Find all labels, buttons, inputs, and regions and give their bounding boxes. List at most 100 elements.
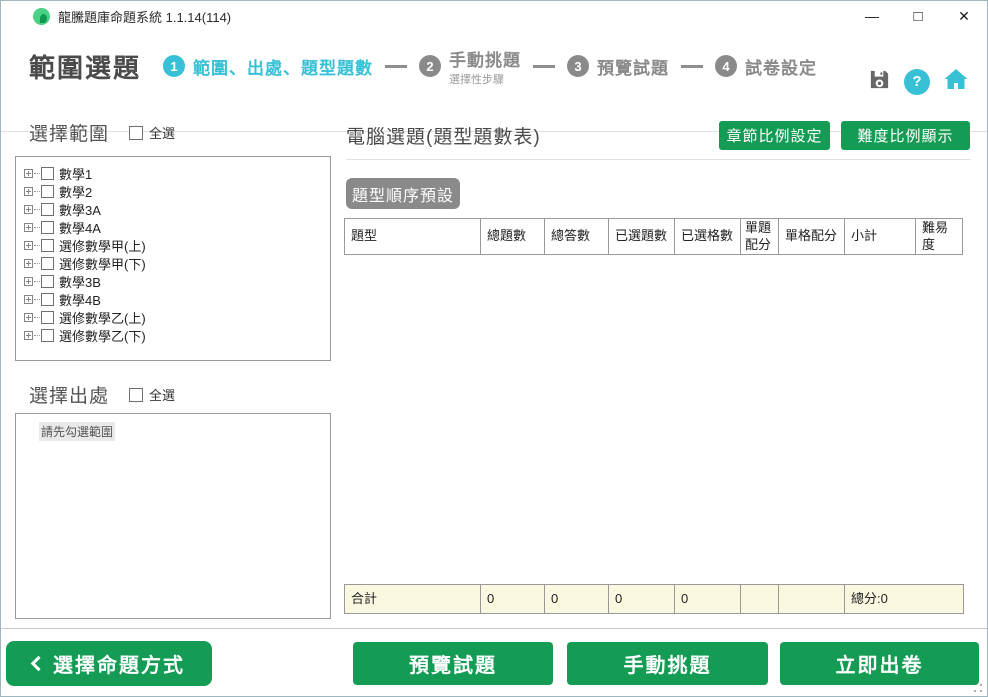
footer-total-answers: 0 bbox=[544, 584, 609, 614]
step-connector bbox=[681, 65, 703, 68]
tree-connector bbox=[34, 245, 40, 246]
tree-item-label: 數學3A bbox=[59, 200, 101, 219]
checkbox-icon[interactable] bbox=[41, 239, 54, 252]
source-select-all-label: 全選 bbox=[149, 385, 175, 404]
scope-panel-title: 選擇範圍 bbox=[29, 119, 109, 146]
tree-connector bbox=[34, 263, 40, 264]
step-2-manual-pick[interactable]: 2 手動挑題 選擇性步驟 bbox=[419, 46, 521, 87]
tree-connector bbox=[34, 209, 40, 210]
tree-connector bbox=[34, 335, 40, 336]
close-button[interactable]: ✕ bbox=[941, 1, 987, 31]
footer-empty-cell bbox=[778, 584, 845, 614]
col-score-per-cell: 單格配分 bbox=[778, 218, 845, 255]
bottom-divider bbox=[1, 628, 987, 629]
checkbox-icon[interactable] bbox=[41, 311, 54, 324]
tree-connector bbox=[34, 299, 40, 300]
footer-total-questions: 0 bbox=[480, 584, 545, 614]
tree-item-math2[interactable]: 數學2 bbox=[22, 182, 330, 200]
save-icon[interactable] bbox=[868, 68, 891, 96]
checkbox-icon[interactable] bbox=[41, 167, 54, 180]
source-panel-title: 選擇出處 bbox=[29, 381, 109, 408]
expand-plus-icon[interactable] bbox=[24, 205, 33, 214]
step-2-sub: 選擇性步驟 bbox=[449, 71, 521, 87]
source-select-all[interactable]: 全選 bbox=[129, 385, 175, 404]
col-selected-questions: 已選題數 bbox=[608, 218, 675, 255]
col-difficulty: 難易度 bbox=[915, 218, 963, 255]
step-4-paper-settings[interactable]: 4 試卷設定 bbox=[715, 54, 817, 79]
expand-plus-icon[interactable] bbox=[24, 277, 33, 286]
expand-plus-icon[interactable] bbox=[24, 169, 33, 178]
help-icon[interactable]: ? bbox=[904, 69, 930, 95]
manual-pick-button[interactable]: 手動挑題 bbox=[567, 642, 768, 685]
tree-item-math3a[interactable]: 數學3A bbox=[22, 200, 330, 218]
tree-item-elective-b-1[interactable]: 選修數學乙(上) bbox=[22, 308, 330, 326]
scope-select-all[interactable]: 全選 bbox=[129, 123, 175, 142]
tree-item-elective-b-2[interactable]: 選修數學乙(下) bbox=[22, 326, 330, 344]
back-button-label: 選擇命題方式 bbox=[53, 649, 185, 678]
step-3-badge: 3 bbox=[567, 55, 589, 77]
generate-paper-button[interactable]: 立即出卷 bbox=[780, 642, 979, 685]
tree-item-math3b[interactable]: 數學3B bbox=[22, 272, 330, 290]
expand-plus-icon[interactable] bbox=[24, 313, 33, 322]
source-list-box: 請先勾選範圍 bbox=[15, 413, 331, 619]
checkbox-icon[interactable] bbox=[41, 257, 54, 270]
scope-tree[interactable]: 數學1 數學2 數學3A 數學4A 選修數學甲(上) 選修數學甲(下) 數學3B… bbox=[15, 156, 331, 361]
col-subtotal: 小計 bbox=[844, 218, 916, 255]
step-1-scope[interactable]: 1 範圍、出處、題型題數 bbox=[163, 54, 373, 79]
expand-plus-icon[interactable] bbox=[24, 331, 33, 340]
checkbox-icon[interactable] bbox=[129, 126, 143, 140]
question-order-preset-button[interactable]: 題型順序預設 bbox=[346, 178, 460, 209]
tree-item-label: 選修數學乙(上) bbox=[59, 308, 146, 327]
checkbox-icon[interactable] bbox=[41, 185, 54, 198]
header: 範圍選題 1 範圍、出處、題型題數 2 手動挑題 選擇性步驟 3 bbox=[1, 31, 987, 101]
main-divider bbox=[346, 159, 971, 160]
footer-total-label: 合計 bbox=[344, 584, 481, 614]
tree-item-label: 選修數學乙(下) bbox=[59, 326, 146, 345]
expand-plus-icon[interactable] bbox=[24, 241, 33, 250]
tree-connector bbox=[34, 317, 40, 318]
step-3-label: 預覽試題 bbox=[597, 54, 669, 79]
footer-empty-cell bbox=[740, 584, 779, 614]
checkbox-icon[interactable] bbox=[41, 329, 54, 342]
tree-item-math4b[interactable]: 數學4B bbox=[22, 290, 330, 308]
home-icon[interactable] bbox=[943, 67, 969, 96]
app-logo-icon bbox=[33, 8, 50, 25]
tree-item-label: 數學3B bbox=[59, 272, 101, 291]
step-3-preview[interactable]: 3 預覽試題 bbox=[567, 54, 669, 79]
checkbox-icon[interactable] bbox=[41, 203, 54, 216]
step-4-label: 試卷設定 bbox=[745, 54, 817, 79]
source-hint-text: 請先勾選範圍 bbox=[39, 422, 115, 441]
expand-plus-icon[interactable] bbox=[24, 295, 33, 304]
minimize-button[interactable]: — bbox=[849, 1, 895, 31]
step-2-badge: 2 bbox=[419, 55, 441, 77]
tree-item-math4a[interactable]: 數學4A bbox=[22, 218, 330, 236]
col-score-per-question: 單題配分 bbox=[740, 218, 779, 255]
checkbox-icon[interactable] bbox=[129, 388, 143, 402]
expand-plus-icon[interactable] bbox=[24, 187, 33, 196]
tree-item-elective-a-1[interactable]: 選修數學甲(上) bbox=[22, 236, 330, 254]
checkbox-icon[interactable] bbox=[41, 275, 54, 288]
col-total-questions: 總題數 bbox=[480, 218, 545, 255]
page-title: 範圍選題 bbox=[29, 48, 141, 85]
col-total-answers: 總答數 bbox=[544, 218, 609, 255]
difficulty-ratio-button[interactable]: 難度比例顯示 bbox=[841, 121, 970, 150]
expand-plus-icon[interactable] bbox=[24, 223, 33, 232]
tree-item-math1[interactable]: 數學1 bbox=[22, 164, 330, 182]
expand-plus-icon[interactable] bbox=[24, 259, 33, 268]
preview-questions-button[interactable]: 預覽試題 bbox=[353, 642, 553, 685]
tree-connector bbox=[34, 281, 40, 282]
tree-item-label: 數學4B bbox=[59, 290, 101, 309]
checkbox-icon[interactable] bbox=[41, 221, 54, 234]
checkbox-icon[interactable] bbox=[41, 293, 54, 306]
step-connector bbox=[533, 65, 555, 68]
scope-select-all-label: 全選 bbox=[149, 123, 175, 142]
chapter-ratio-button[interactable]: 章節比例設定 bbox=[719, 121, 830, 150]
maximize-button[interactable]: □ bbox=[895, 1, 941, 31]
computer-selection-title: 電腦選題(題型題數表) bbox=[346, 122, 541, 149]
step-4-badge: 4 bbox=[715, 55, 737, 77]
footer-total-score: 總分:0 bbox=[844, 584, 964, 614]
tree-item-label: 數學4A bbox=[59, 218, 101, 237]
resize-grip[interactable] bbox=[974, 684, 982, 692]
back-to-mode-button[interactable]: 選擇命題方式 bbox=[6, 641, 212, 686]
tree-item-elective-a-2[interactable]: 選修數學甲(下) bbox=[22, 254, 330, 272]
